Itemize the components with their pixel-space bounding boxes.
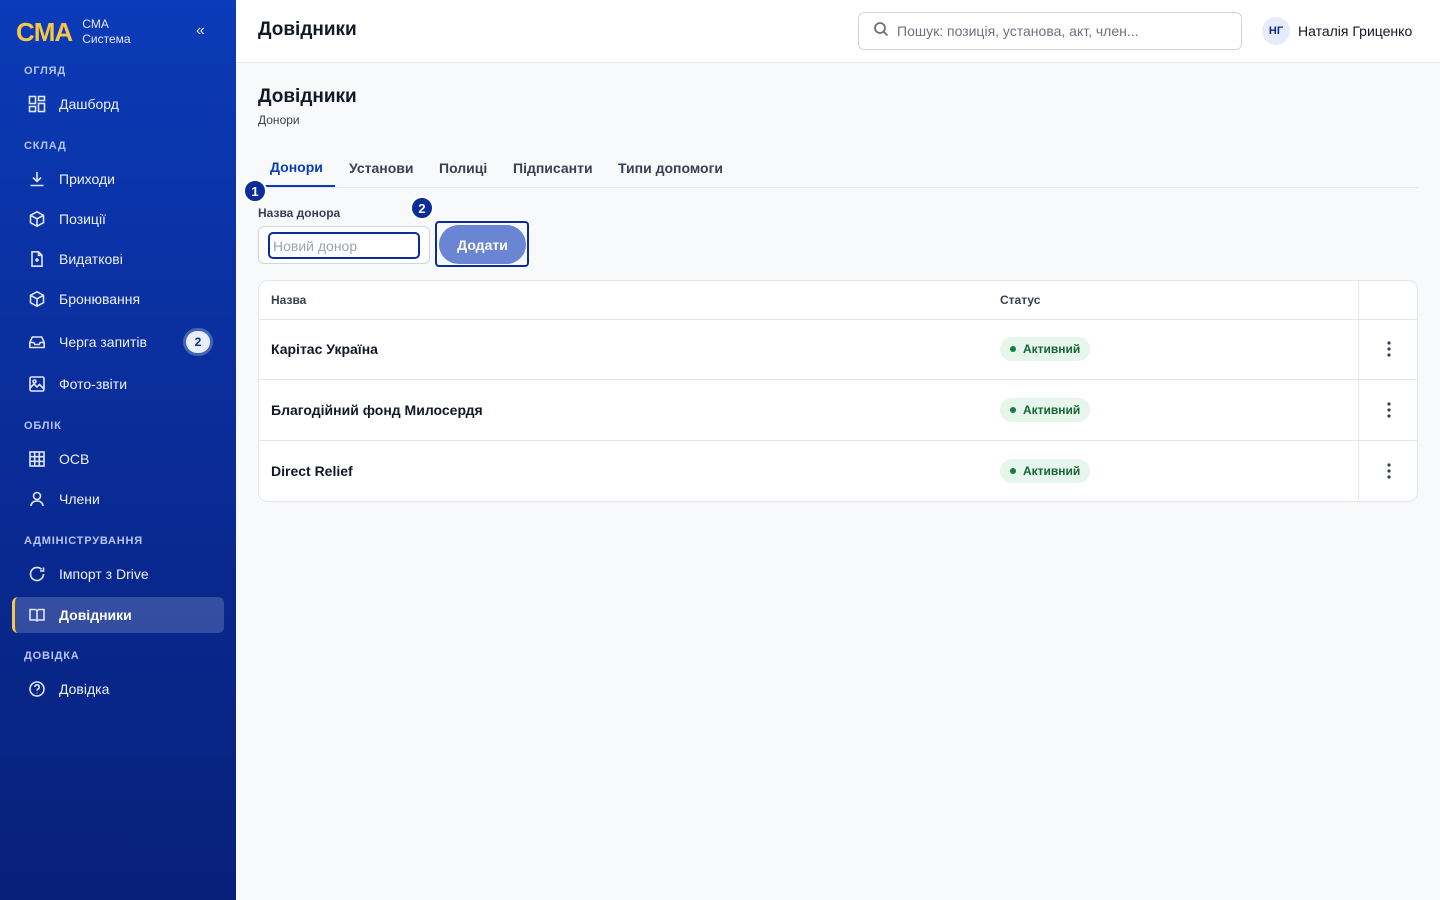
column-header-name[interactable]: Назва bbox=[271, 281, 306, 319]
sidebar-item-label: Видаткові bbox=[59, 251, 123, 267]
status-dot-icon bbox=[1010, 346, 1016, 352]
donor-name: Direct Relief bbox=[271, 463, 353, 479]
box-icon bbox=[28, 210, 46, 228]
sidebar-item-osv[interactable]: ОСВ bbox=[12, 441, 224, 477]
row-actions-button[interactable] bbox=[1359, 441, 1417, 501]
section-accounting: ОБЛІК bbox=[24, 420, 62, 432]
inbox-icon bbox=[28, 333, 46, 351]
sidebar-item-label: Фото-звіти bbox=[59, 376, 128, 392]
avatar: НГ bbox=[1262, 17, 1290, 45]
status-badge: Активний bbox=[1000, 398, 1091, 422]
tab-institutions[interactable]: Установи bbox=[337, 148, 425, 187]
brand-text: CMA Система bbox=[82, 17, 130, 47]
request-count-badge: 2 bbox=[186, 331, 210, 353]
tab-aid-types[interactable]: Типи допомоги bbox=[606, 148, 735, 187]
sidebar-item-label: ОСВ bbox=[59, 451, 90, 467]
sidebar-item-label: Члени bbox=[59, 491, 100, 507]
row-actions-button[interactable] bbox=[1359, 319, 1417, 379]
sidebar-item-directories[interactable]: Довідники bbox=[12, 597, 224, 633]
section-help: ДОВІДКА bbox=[24, 650, 80, 662]
brand[interactable]: CMA CMA Система bbox=[16, 16, 131, 48]
sidebar-item-help[interactable]: Довідка bbox=[12, 671, 224, 707]
kebab-menu-icon bbox=[1386, 341, 1391, 357]
tab-shelves[interactable]: Полиці bbox=[427, 148, 499, 187]
table-row[interactable]: Карітас Україна Активний bbox=[259, 319, 1417, 380]
donor-name-label: Назва донора bbox=[258, 206, 341, 220]
box-icon bbox=[28, 290, 46, 308]
collapse-sidebar-button[interactable]: « bbox=[196, 22, 205, 40]
document-icon bbox=[28, 250, 46, 268]
sidebar-item-label: Черга запитів bbox=[59, 334, 147, 350]
top-bar: Довідники НГ Наталія Гриценко bbox=[236, 0, 1440, 63]
status-text: Активний bbox=[1023, 464, 1081, 478]
user-icon bbox=[28, 490, 46, 508]
help-icon bbox=[28, 680, 46, 698]
status-dot-icon bbox=[1010, 468, 1016, 474]
step-marker-2: 2 bbox=[410, 196, 434, 220]
table-row[interactable]: Благодійний фонд Милосердя Активний bbox=[259, 380, 1417, 441]
row-actions-button[interactable] bbox=[1359, 380, 1417, 440]
donor-name: Благодійний фонд Милосердя bbox=[271, 402, 483, 418]
header-title: Довідники bbox=[258, 19, 357, 40]
page-title: Довідники bbox=[258, 86, 357, 107]
donor-name-field bbox=[258, 226, 430, 264]
brand-line2: Система bbox=[82, 32, 131, 46]
user-name: Наталія Гриценко bbox=[1298, 23, 1413, 39]
kebab-menu-icon bbox=[1386, 402, 1391, 418]
user-menu[interactable]: НГ Наталія Гриценко bbox=[1262, 17, 1412, 45]
donor-name-input[interactable] bbox=[268, 232, 420, 259]
sidebar-item-photo-reports[interactable]: Фото-звіти bbox=[12, 366, 224, 402]
search-icon bbox=[873, 21, 889, 42]
search-input[interactable] bbox=[897, 23, 1227, 39]
donors-table: Назва Статус Карітас Україна Активний Бл… bbox=[258, 280, 1418, 502]
status-badge: Активний bbox=[1000, 337, 1091, 361]
tabs: Донори Установи Полиці Підписанти Типи д… bbox=[258, 148, 1418, 188]
status-text: Активний bbox=[1023, 403, 1081, 417]
table-row[interactable]: Direct Relief Активний bbox=[259, 441, 1417, 501]
add-donor-button[interactable]: Додати bbox=[439, 225, 526, 264]
sidebar-item-label: Довідка bbox=[59, 681, 110, 697]
section-warehouse: СКЛАД bbox=[24, 140, 67, 152]
sidebar-item-dashboard[interactable]: Дашборд bbox=[12, 86, 224, 122]
sidebar-item-label: Бронювання bbox=[59, 291, 141, 307]
dashboard-icon bbox=[28, 95, 46, 113]
status-badge: Активний bbox=[1000, 459, 1091, 483]
sidebar-item-drive-import[interactable]: Імпорт з Drive bbox=[12, 556, 224, 592]
image-icon bbox=[28, 375, 46, 393]
download-icon bbox=[28, 170, 46, 188]
book-icon bbox=[28, 606, 46, 624]
sidebar-item-label: Позиції bbox=[59, 211, 106, 227]
brand-logo: CMA bbox=[16, 16, 73, 47]
section-overview: ОГЛЯД bbox=[24, 65, 66, 77]
tab-donors[interactable]: Донори bbox=[258, 148, 335, 187]
brand-line1: CMA bbox=[82, 17, 109, 31]
sidebar-item-label: Дашборд bbox=[59, 96, 119, 112]
sidebar-item-positions[interactable]: Позиції bbox=[12, 201, 224, 237]
sidebar-item-label: Приходи bbox=[59, 171, 115, 187]
status-text: Активний bbox=[1023, 342, 1081, 356]
search-box[interactable] bbox=[858, 12, 1242, 50]
sidebar: CMA CMA Система « ОГЛЯД Дашборд СКЛАД Пр… bbox=[0, 0, 236, 900]
sidebar-item-bookings[interactable]: Бронювання bbox=[12, 281, 224, 317]
kebab-menu-icon bbox=[1386, 463, 1391, 479]
donor-name: Карітас Україна bbox=[271, 341, 378, 357]
sidebar-item-label: Довідники bbox=[59, 607, 132, 623]
refresh-icon bbox=[28, 565, 46, 583]
grid-icon bbox=[28, 450, 46, 468]
column-header-status[interactable]: Статус bbox=[1000, 281, 1040, 319]
sidebar-item-expenses[interactable]: Видаткові bbox=[12, 241, 224, 277]
page-subtitle: Донори bbox=[258, 113, 300, 127]
tab-signers[interactable]: Підписанти bbox=[501, 148, 605, 187]
sidebar-item-members[interactable]: Члени bbox=[12, 481, 224, 517]
sidebar-item-label: Імпорт з Drive bbox=[59, 566, 149, 582]
sidebar-item-request-queue[interactable]: Черга запитів 2 bbox=[12, 324, 224, 360]
status-dot-icon bbox=[1010, 407, 1016, 413]
section-admin: АДМІНІСТРУВАННЯ bbox=[24, 535, 143, 547]
step-marker-1: 1 bbox=[243, 179, 267, 203]
sidebar-item-incoming[interactable]: Приходи bbox=[12, 161, 224, 197]
